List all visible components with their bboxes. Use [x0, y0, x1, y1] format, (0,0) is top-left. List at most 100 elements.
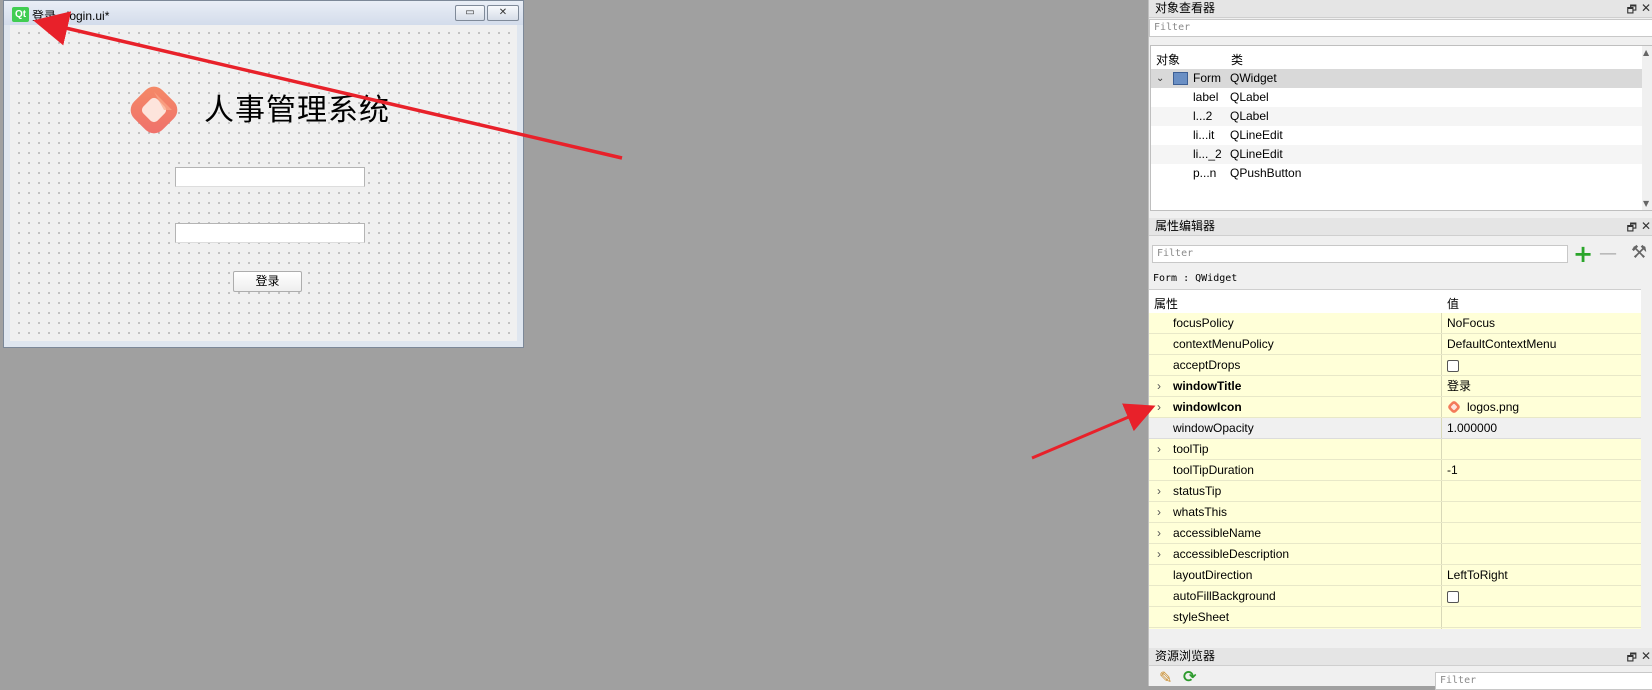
column-divider — [1441, 355, 1442, 375]
property-row[interactable]: › toolTip — [1149, 439, 1642, 460]
checkbox-icon[interactable] — [1447, 590, 1459, 603]
object-tree[interactable]: 对象 类 ⌄ Form QWidget label QLabel l...2 Q… — [1150, 45, 1652, 211]
tree-row[interactable]: label QLabel — [1151, 88, 1644, 107]
column-class[interactable]: 类 — [1231, 51, 1243, 68]
chevron-right-icon[interactable]: › — [1157, 628, 1161, 629]
minimize-button[interactable]: ▭ — [455, 5, 485, 21]
edit-resource-icon[interactable]: ✎ — [1159, 668, 1172, 687]
property-name: focusPolicy — [1173, 316, 1234, 330]
tree-scrollbar[interactable]: ▲ ▼ — [1642, 46, 1652, 210]
property-filter-input[interactable]: Filter — [1152, 245, 1568, 263]
resource-filter-input[interactable]: Filter — [1435, 672, 1652, 690]
login-button[interactable]: 登录 — [233, 271, 302, 292]
property-scrollbar[interactable] — [1641, 289, 1652, 629]
column-property[interactable]: 属性 — [1154, 295, 1178, 312]
property-name: windowOpacity — [1173, 421, 1254, 435]
close-icon[interactable]: ✕ — [1641, 648, 1651, 665]
tree-class: QLineEdit — [1230, 128, 1283, 142]
form-canvas[interactable]: 人事管理系统 登录 — [10, 25, 517, 341]
property-row[interactable]: › windowTitle 登录 — [1149, 376, 1642, 397]
chevron-right-icon[interactable]: › — [1157, 439, 1161, 459]
property-row[interactable]: focusPolicy NoFocus — [1149, 313, 1642, 334]
property-row[interactable]: styleSheet — [1149, 607, 1642, 628]
tree-row[interactable]: li..._2 QLineEdit — [1151, 145, 1644, 164]
tree-header: 对象 类 — [1151, 46, 1652, 68]
property-row[interactable]: windowOpacity 1.000000 — [1149, 418, 1642, 439]
property-row[interactable]: › statusTip — [1149, 481, 1642, 502]
tree-row[interactable]: l...2 QLabel — [1151, 107, 1644, 126]
form-preview-window[interactable]: Qt 登录 - login.ui* ▭ ✕ 人事管理系统 登录 — [3, 0, 524, 348]
close-button[interactable]: ✕ — [487, 5, 519, 21]
property-table[interactable]: 属性 值 focusPolicy NoFocus contextMenuPolicy… — [1149, 289, 1642, 629]
property-checkbox[interactable] — [1447, 355, 1459, 375]
chevron-right-icon[interactable]: › — [1157, 502, 1161, 522]
property-row[interactable]: contextMenuPolicy DefaultContextMenu — [1149, 334, 1642, 355]
tree-row[interactable]: ⌄ Form QWidget — [1151, 69, 1644, 88]
chevron-right-icon[interactable]: › — [1157, 376, 1161, 396]
property-row[interactable]: toolTipDuration -1 — [1149, 460, 1642, 481]
close-icon[interactable]: ✕ — [1641, 0, 1651, 17]
column-divider — [1441, 334, 1442, 354]
tree-row[interactable]: p...n QPushButton — [1151, 164, 1644, 183]
password-input[interactable] — [175, 223, 365, 243]
close-icon[interactable]: ✕ — [1641, 218, 1651, 235]
property-value[interactable]: DefaultContextMenu — [1447, 334, 1556, 354]
column-divider — [1441, 313, 1442, 333]
form-titlebar[interactable]: Qt 登录 - login.ui* ▭ ✕ — [4, 1, 523, 25]
tree-object: p...n — [1193, 166, 1217, 180]
object-filter-input[interactable]: Filter — [1149, 19, 1652, 37]
username-input[interactable] — [175, 167, 365, 187]
property-row[interactable]: › accessibleName — [1149, 523, 1642, 544]
chevron-right-icon[interactable]: › — [1157, 523, 1161, 543]
column-value[interactable]: 值 — [1447, 295, 1459, 312]
tree-class: QWidget — [1230, 71, 1277, 85]
property-value[interactable]: 登录 — [1447, 376, 1471, 396]
property-value[interactable]: Chinese, China — [1447, 628, 1529, 629]
property-editor-title: 属性编辑器 🗗 ✕ — [1149, 218, 1652, 236]
property-row[interactable]: layoutDirection LeftToRight — [1149, 565, 1642, 586]
chevron-right-icon[interactable]: › — [1157, 481, 1161, 501]
property-name: styleSheet — [1173, 610, 1230, 624]
column-divider — [1441, 481, 1442, 501]
property-name: acceptDrops — [1173, 358, 1241, 372]
column-divider — [1441, 544, 1442, 564]
add-property-icon[interactable]: + — [1573, 240, 1593, 268]
wrench-icon[interactable]: ⚒ — [1631, 242, 1647, 263]
reload-icon[interactable]: ⟳ — [1183, 667, 1196, 686]
qt-logo-icon: Qt — [12, 7, 29, 22]
property-row[interactable]: autoFillBackground — [1149, 586, 1642, 607]
property-table-header: 属性 值 — [1149, 290, 1642, 312]
property-value[interactable]: NoFocus — [1447, 313, 1495, 333]
property-row[interactable]: › accessibleDescription — [1149, 544, 1642, 565]
float-icon[interactable]: 🗗 — [1627, 649, 1637, 666]
tree-row[interactable]: li...it QLineEdit — [1151, 126, 1644, 145]
property-value[interactable]: -1 — [1447, 460, 1458, 480]
chevron-down-icon[interactable]: ⌄ — [1156, 69, 1164, 88]
scroll-down-icon[interactable]: ▼ — [1643, 199, 1649, 208]
float-icon[interactable]: 🗗 — [1627, 219, 1637, 236]
designer-dock-panel: 对象查看器 🗗 ✕ Filter 对象 类 ⌄ Form QWidget lab… — [1148, 0, 1652, 690]
checkbox-icon[interactable] — [1447, 359, 1459, 372]
widget-icon — [1173, 72, 1188, 85]
remove-property-icon[interactable]: — — [1599, 243, 1617, 264]
property-name: whatsThis — [1173, 505, 1228, 519]
property-row[interactable]: › locale Chinese, China — [1149, 628, 1642, 629]
chevron-right-icon[interactable]: › — [1157, 544, 1161, 564]
property-value[interactable]: LeftToRight — [1447, 565, 1508, 585]
tree-object: li...it — [1193, 128, 1215, 142]
tree-class: QLineEdit — [1230, 147, 1283, 161]
column-divider — [1441, 460, 1442, 480]
chevron-right-icon[interactable]: › — [1157, 397, 1161, 417]
column-object[interactable]: 对象 — [1156, 51, 1180, 68]
property-checkbox[interactable] — [1447, 586, 1459, 606]
column-divider — [1441, 376, 1442, 396]
scroll-up-icon[interactable]: ▲ — [1643, 48, 1649, 57]
property-value[interactable]: logos.png — [1467, 397, 1519, 417]
property-name: accessibleDescription — [1173, 547, 1290, 561]
property-row[interactable]: › whatsThis — [1149, 502, 1642, 523]
property-value[interactable]: 1.000000 — [1447, 418, 1497, 438]
column-divider — [1441, 439, 1442, 459]
float-icon[interactable]: 🗗 — [1627, 1, 1637, 18]
property-row[interactable]: › windowIcon logos.png — [1149, 397, 1642, 418]
property-row[interactable]: acceptDrops — [1149, 355, 1642, 376]
